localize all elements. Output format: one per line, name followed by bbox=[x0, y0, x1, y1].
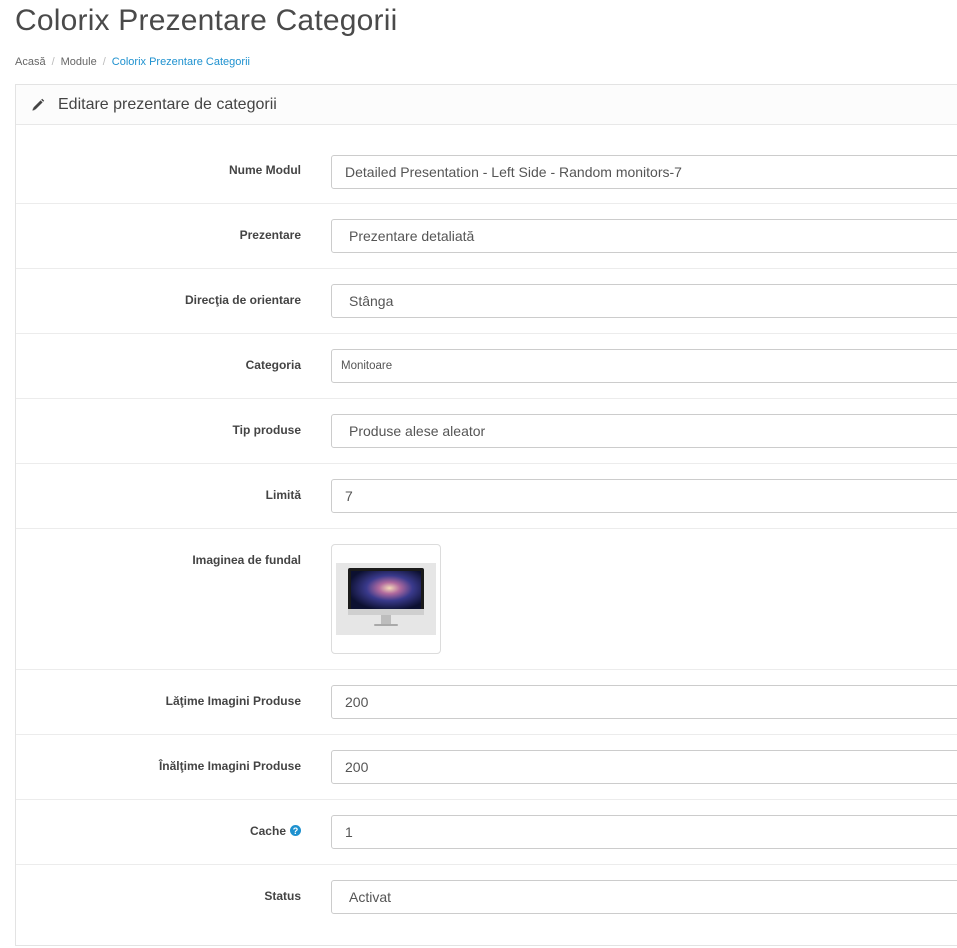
limit-label: Limită bbox=[265, 488, 301, 502]
pencil-icon bbox=[30, 97, 46, 113]
cache-label: Cache bbox=[249, 824, 286, 838]
orientation-select[interactable]: Stânga bbox=[331, 284, 957, 318]
orientation-value: Stânga bbox=[349, 293, 394, 309]
breadcrumb-modules[interactable]: Module bbox=[61, 56, 97, 68]
limit-input[interactable]: 7 bbox=[331, 479, 957, 513]
form-row-image-height: Înălţime Imagini Produse 200 bbox=[16, 735, 957, 800]
breadcrumb-separator: / bbox=[51, 56, 55, 68]
breadcrumb: Acasă / Module / Colorix Prezentare Cate… bbox=[15, 56, 250, 68]
cache-label-wrap: Cache? bbox=[250, 824, 301, 838]
category-value: Monitoare bbox=[341, 360, 393, 372]
cache-value: 1 bbox=[345, 824, 353, 840]
form-row-module-name: Nume Modul Detailed Presentation - Left … bbox=[16, 125, 957, 204]
image-height-label: Înălţime Imagini Produse bbox=[158, 759, 301, 773]
panel-heading: Editare prezentare de categorii bbox=[16, 85, 957, 125]
form-row-category: Categoria Monitoare bbox=[16, 334, 957, 399]
status-value: Activat bbox=[349, 889, 392, 905]
cache-input[interactable]: 1 bbox=[331, 815, 957, 849]
form-row-image-width: Lăţime Imagini Produse 200 bbox=[16, 670, 957, 735]
breadcrumb-home[interactable]: Acasă bbox=[15, 56, 46, 68]
panel-title: Editare prezentare de categorii bbox=[58, 95, 277, 113]
form-row-orientation: Direcţia de orientare Stânga bbox=[16, 269, 957, 334]
presentation-select[interactable]: Prezentare detaliată bbox=[331, 219, 957, 253]
product-type-value: Produse alese aleator bbox=[349, 423, 486, 439]
image-height-input[interactable]: 200 bbox=[331, 750, 957, 784]
form-row-status: Status Activat bbox=[16, 865, 957, 945]
module-name-label: Nume Modul bbox=[229, 163, 301, 177]
image-width-label: Lăţime Imagini Produse bbox=[165, 694, 301, 708]
edit-panel: Editare prezentare de categorii Nume Mod… bbox=[15, 84, 957, 946]
product-type-select[interactable]: Produse alese aleator bbox=[331, 414, 957, 448]
image-width-value: 200 bbox=[345, 694, 369, 710]
presentation-label: Prezentare bbox=[239, 228, 301, 242]
breadcrumb-current[interactable]: Colorix Prezentare Categorii bbox=[112, 56, 250, 68]
orientation-label: Direcţia de orientare bbox=[184, 293, 301, 307]
page-title: Colorix Prezentare Categorii bbox=[15, 4, 398, 37]
form-row-product-type: Tip produse Produse alese aleator bbox=[16, 399, 957, 464]
image-height-value: 200 bbox=[345, 759, 369, 775]
module-name-value: Detailed Presentation - Left Side - Rand… bbox=[345, 164, 682, 180]
background-image-thumbnail[interactable] bbox=[331, 544, 441, 654]
status-select[interactable]: Activat bbox=[331, 880, 957, 914]
presentation-value: Prezentare detaliată bbox=[349, 228, 475, 244]
category-select[interactable]: Monitoare bbox=[331, 349, 957, 383]
limit-value: 7 bbox=[345, 488, 353, 504]
monitor-image bbox=[336, 563, 436, 635]
form-row-limit: Limită 7 bbox=[16, 464, 957, 529]
product-type-label: Tip produse bbox=[232, 423, 301, 437]
module-name-input[interactable]: Detailed Presentation - Left Side - Rand… bbox=[331, 155, 957, 189]
breadcrumb-separator: / bbox=[102, 56, 106, 68]
form-row-cache: Cache? 1 bbox=[16, 800, 957, 865]
form-row-presentation: Prezentare Prezentare detaliată bbox=[16, 204, 957, 269]
form-row-background-image: Imaginea de fundal bbox=[16, 529, 957, 670]
category-label: Categoria bbox=[245, 358, 301, 372]
status-label: Status bbox=[264, 889, 301, 903]
image-width-input[interactable]: 200 bbox=[331, 685, 957, 719]
background-image-label: Imaginea de fundal bbox=[192, 553, 301, 567]
question-circle-icon[interactable]: ? bbox=[290, 825, 301, 837]
